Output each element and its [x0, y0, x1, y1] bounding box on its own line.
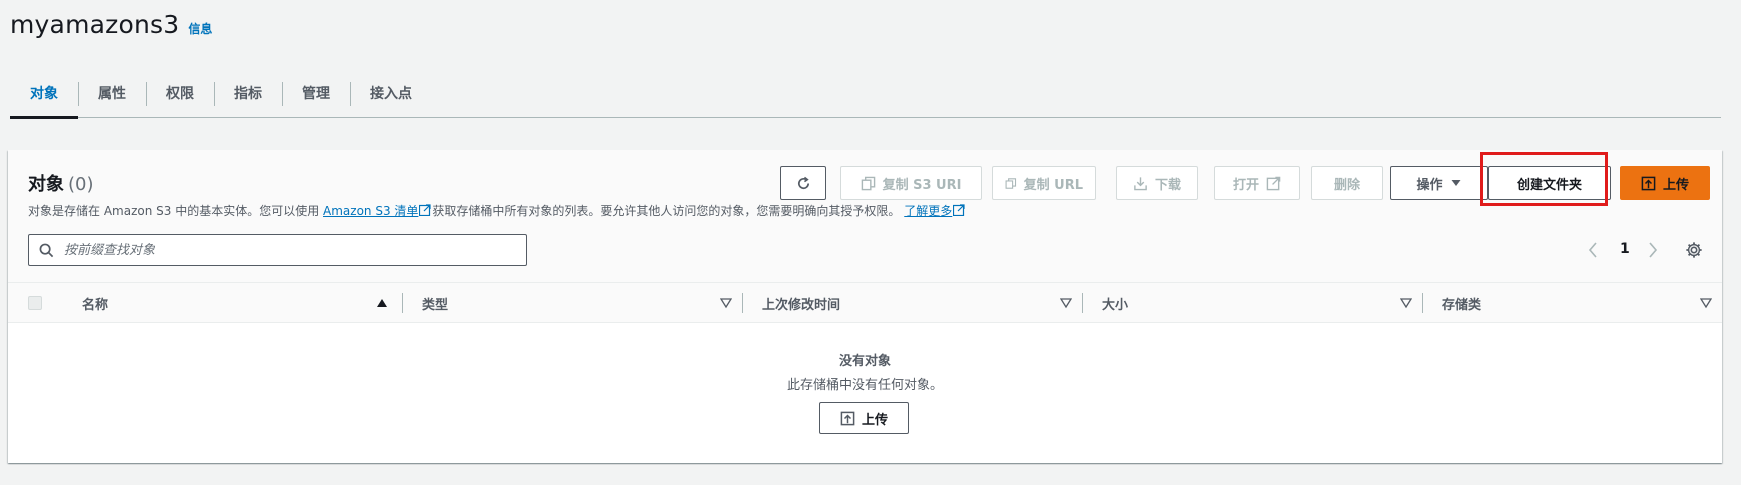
column-header-storage-class[interactable]: 存储类: [1442, 283, 1481, 323]
column-separator: [1082, 293, 1083, 313]
column-header-name[interactable]: 名称: [82, 283, 108, 323]
create-folder-label: 创建文件夹: [1516, 177, 1582, 193]
objects-description: 对象是存储在 Amazon S3 中的基本实体。您可以使用 Amazon S3 …: [28, 202, 966, 219]
column-header-last-modified[interactable]: 上次修改时间: [762, 283, 840, 323]
current-page-number[interactable]: 1: [1620, 241, 1630, 257]
objects-title-text: 对象: [28, 174, 64, 195]
copy-url-label: 复制 URL: [1023, 177, 1083, 193]
search-icon: [39, 243, 54, 257]
tab-properties[interactable]: 属性: [78, 68, 146, 118]
inventory-link[interactable]: Amazon S3 清单: [323, 204, 418, 218]
tab-management[interactable]: 管理: [282, 68, 350, 118]
empty-state-upload-button[interactable]: 上传: [819, 402, 909, 434]
caret-down-icon: [1451, 180, 1460, 186]
copy-icon: [1005, 177, 1017, 189]
tab-objects[interactable]: 对象: [10, 68, 78, 119]
upload-icon: [840, 411, 855, 425]
external-link-icon: [953, 204, 965, 216]
delete-button[interactable]: 删除: [1311, 166, 1383, 200]
upload-label: 上传: [1662, 177, 1689, 193]
external-link-icon: [419, 204, 432, 216]
info-link[interactable]: 信息: [188, 20, 212, 37]
upload-icon: [1641, 176, 1656, 190]
open-label: 打开: [1232, 177, 1259, 193]
page-header: myamazons3 信息: [10, 10, 212, 46]
objects-panel-title: 对象 (0): [28, 170, 94, 196]
delete-label: 删除: [1333, 177, 1360, 193]
description-middle: 获取存储桶中所有对象的列表。要允许其他人访问您的对象，您需要明确向其授予权限。: [432, 204, 901, 218]
objects-table-header: 名称 类型 上次修改时间 大小 存储类: [8, 283, 1722, 323]
next-page-icon[interactable]: [1646, 242, 1660, 258]
objects-count: (0): [68, 174, 94, 195]
previous-page-icon[interactable]: [1586, 242, 1600, 258]
settings-gear-icon[interactable]: [1685, 241, 1703, 259]
select-all-checkbox[interactable]: [28, 296, 42, 310]
tab-permissions[interactable]: 权限: [146, 68, 214, 118]
column-header-size[interactable]: 大小: [1102, 283, 1128, 323]
actions-label: 操作: [1416, 177, 1443, 193]
copy-url-button[interactable]: 复制 URL: [992, 166, 1096, 200]
tab-access-points[interactable]: 接入点: [350, 68, 432, 118]
column-separator: [402, 293, 403, 313]
external-link-icon: [1266, 176, 1281, 190]
empty-state-upload-label: 上传: [861, 412, 888, 428]
upload-button[interactable]: 上传: [1620, 166, 1710, 200]
sort-caret-icon[interactable]: [1060, 297, 1072, 309]
copy-s3-uri-button[interactable]: 复制 S3 URI: [840, 166, 982, 200]
learn-more-link[interactable]: 了解更多: [904, 204, 952, 218]
column-header-type[interactable]: 类型: [422, 283, 448, 323]
sort-caret-icon[interactable]: [1400, 297, 1412, 309]
sort-caret-icon[interactable]: [720, 297, 732, 309]
objects-panel-header: 对象 (0) 对象是存储在 Amazon S3 中的基本实体。您可以使用 Amaz…: [8, 150, 1722, 283]
copy-s3-uri-label: 复制 S3 URI: [882, 177, 962, 193]
sort-ascending-icon[interactable]: [376, 297, 388, 309]
sort-caret-icon[interactable]: [1700, 297, 1712, 309]
search-box[interactable]: [28, 234, 527, 266]
column-separator: [742, 293, 743, 313]
download-icon: [1134, 176, 1147, 190]
actions-dropdown[interactable]: 操作: [1390, 166, 1488, 200]
empty-state-title: 没有对象: [838, 354, 891, 369]
refresh-icon: [797, 176, 809, 189]
search-input[interactable]: [62, 241, 502, 259]
empty-state-description: 此存储桶中没有任何对象。: [786, 378, 943, 393]
page-title: myamazons3: [10, 10, 180, 39]
bucket-tabs: 对象 属性 权限 指标 管理 接入点: [10, 68, 1721, 119]
description-prefix: 对象是存储在 Amazon S3 中的基本实体。您可以使用: [28, 204, 320, 218]
objects-panel: 对象 (0) 对象是存储在 Amazon S3 中的基本实体。您可以使用 Amaz…: [8, 150, 1722, 463]
download-button[interactable]: 下载: [1116, 166, 1198, 200]
tab-metrics[interactable]: 指标: [214, 68, 282, 118]
create-folder-button[interactable]: 创建文件夹: [1488, 166, 1611, 200]
open-button[interactable]: 打开: [1214, 166, 1300, 200]
download-label: 下载: [1154, 177, 1181, 193]
refresh-button[interactable]: [780, 166, 826, 200]
column-separator: [1422, 293, 1423, 313]
copy-icon: [861, 176, 875, 190]
